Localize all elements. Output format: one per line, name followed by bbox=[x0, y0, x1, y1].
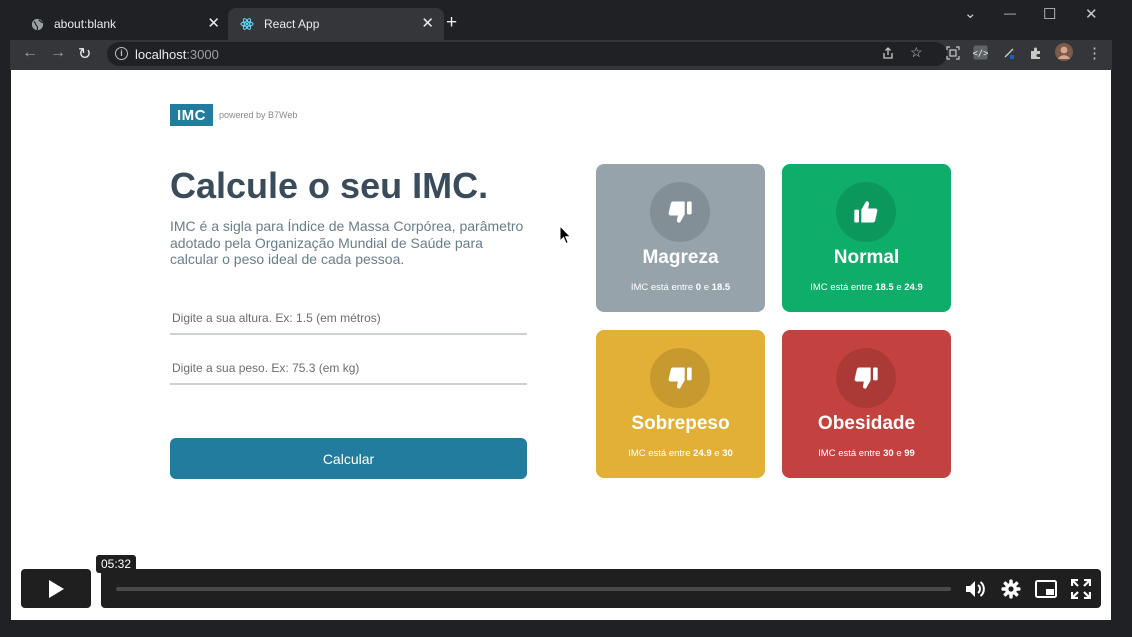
extension-icon[interactable] bbox=[1002, 46, 1016, 63]
powered-by-text: powered by B7Web bbox=[219, 110, 298, 120]
volume-icon[interactable] bbox=[965, 578, 987, 600]
range-prefix: IMC está entre bbox=[628, 448, 691, 459]
site-info-icon[interactable]: i bbox=[115, 47, 128, 60]
puzzle-extensions-icon[interactable] bbox=[1029, 46, 1043, 63]
range-prefix: IMC está entre bbox=[630, 282, 694, 293]
range-min: 24.9 bbox=[693, 448, 712, 459]
card-obesidade: Obesidade IMC está entre 30 e 99 bbox=[782, 330, 951, 478]
mouse-cursor-icon bbox=[559, 225, 572, 245]
range-max: 99 bbox=[904, 448, 915, 459]
fullscreen-icon[interactable] bbox=[1070, 578, 1092, 600]
maximize-button[interactable]: ☐ bbox=[1043, 5, 1056, 23]
range-and: e bbox=[703, 282, 710, 293]
web-page: IMC powered by B7Web Calcule o seu IMC. … bbox=[11, 70, 1111, 620]
tab-title: about:blank bbox=[54, 17, 117, 31]
range-and: e bbox=[896, 448, 902, 459]
card-magreza: Magreza IMC está entre 0 e 18.5 bbox=[596, 164, 765, 312]
logo: IMC powered by B7Web bbox=[170, 104, 297, 126]
share-icon[interactable] bbox=[881, 46, 895, 63]
range-prefix: IMC está entre bbox=[810, 282, 873, 293]
video-control-bar bbox=[101, 569, 1101, 608]
picture-in-picture-icon[interactable] bbox=[1035, 578, 1057, 600]
back-arrow-icon[interactable]: ← bbox=[22, 44, 38, 62]
progress-bar[interactable] bbox=[116, 587, 951, 591]
height-input[interactable] bbox=[170, 304, 527, 332]
page-description: IMC é a sigla para Índice de Massa Corpó… bbox=[170, 218, 524, 267]
settings-gear-icon[interactable] bbox=[1000, 578, 1022, 600]
card-sobrepeso: Sobrepeso IMC está entre 24.9 e 30 bbox=[596, 330, 765, 478]
card-range: IMC está entre 0 e 18.5 bbox=[596, 282, 765, 293]
card-range: IMC está entre 24.9 e 30 bbox=[596, 448, 765, 459]
play-icon bbox=[49, 579, 64, 598]
calculate-button[interactable]: Calcular bbox=[170, 438, 527, 479]
range-min: 30 bbox=[883, 448, 894, 459]
page-title: Calcule o seu IMC. bbox=[170, 165, 489, 206]
new-tab-button[interactable]: + bbox=[446, 12, 457, 34]
card-normal: Normal IMC está entre 18.5 e 24.9 bbox=[782, 164, 951, 312]
card-range: IMC está entre 18.5 e 24.9 bbox=[782, 282, 951, 293]
thumbs-down-icon bbox=[836, 348, 896, 408]
range-and: e bbox=[714, 448, 720, 459]
tab-react-app[interactable]: React App ✕ bbox=[228, 8, 444, 40]
devtools-extension-icon[interactable]: </> bbox=[972, 45, 989, 63]
profile-avatar[interactable] bbox=[1055, 43, 1073, 64]
tab-about-blank[interactable]: about:blank ✕ bbox=[18, 8, 230, 40]
imc-logo-mark: IMC bbox=[170, 104, 213, 126]
browser-toolbar: ← → ↻ i localhost:3000 ☆ </> ⋮ bbox=[10, 40, 1112, 70]
card-title: Obesidade bbox=[817, 413, 916, 434]
close-tab-icon[interactable]: ✕ bbox=[421, 14, 434, 32]
react-icon bbox=[240, 17, 254, 31]
url-host: localhost bbox=[135, 47, 187, 62]
range-and: e bbox=[896, 282, 902, 293]
range-min: 0 bbox=[695, 282, 702, 293]
reload-icon[interactable]: ↻ bbox=[78, 44, 91, 64]
globe-icon bbox=[30, 17, 44, 31]
close-tab-icon[interactable]: ✕ bbox=[207, 14, 220, 32]
url-text: localhost:3000 bbox=[135, 47, 219, 62]
close-window-button[interactable]: ✕ bbox=[1085, 5, 1098, 23]
thumbs-up-icon bbox=[836, 182, 896, 242]
card-range: IMC está entre 30 e 99 bbox=[782, 448, 951, 459]
range-prefix: IMC está entre bbox=[818, 448, 881, 459]
card-title: Normal bbox=[833, 247, 900, 268]
range-max: 18.5 bbox=[711, 282, 731, 293]
range-min: 18.5 bbox=[875, 282, 894, 293]
weight-input[interactable] bbox=[170, 354, 527, 382]
tab-search-chevron-icon[interactable]: ⌄ bbox=[964, 4, 977, 22]
thumbs-down-icon bbox=[650, 182, 710, 242]
thumbs-down-icon bbox=[650, 348, 710, 408]
range-max: 24.9 bbox=[904, 282, 923, 293]
card-title: Sobrepeso bbox=[631, 413, 730, 434]
bookmark-star-icon[interactable]: ☆ bbox=[910, 44, 923, 61]
play-button[interactable] bbox=[21, 569, 91, 608]
address-bar[interactable]: i localhost:3000 ☆ bbox=[107, 42, 947, 66]
minimize-button[interactable]: — bbox=[1004, 6, 1016, 20]
screenshot-icon[interactable] bbox=[946, 46, 960, 63]
forward-arrow-icon[interactable]: → bbox=[50, 44, 66, 62]
tab-title: React App bbox=[264, 17, 320, 31]
height-field bbox=[170, 304, 527, 335]
browser-menu-icon[interactable]: ⋮ bbox=[1087, 44, 1102, 62]
screen: about:blank ✕ React App ✕ + ⌄ — ☐ ✕ ← → … bbox=[0, 0, 1132, 637]
url-port: :3000 bbox=[186, 47, 219, 62]
range-max: 30 bbox=[722, 448, 733, 459]
tab-strip: about:blank ✕ React App ✕ + ⌄ — ☐ ✕ bbox=[10, 0, 1112, 40]
card-title: Magreza bbox=[642, 247, 719, 268]
svg-text:</>: </> bbox=[973, 49, 988, 59]
weight-field bbox=[170, 354, 527, 385]
